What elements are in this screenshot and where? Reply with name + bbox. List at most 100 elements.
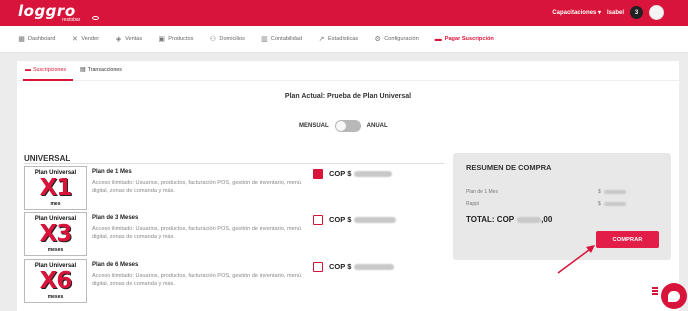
- plan-price: COP $: [329, 169, 393, 178]
- summary-line-plan: Plan de 1 Mes: [466, 189, 498, 195]
- summary-value-plan: $: [598, 189, 626, 195]
- tab-bar: ▬ Suscripciones ▤ Transacciones: [25, 66, 122, 74]
- building-icon: ▥: [261, 36, 268, 43]
- nav-estadisticas[interactable]: ↗ Estadísticas: [318, 36, 359, 43]
- plan-option: Plan Universal X6 meses Plan de 6 Meses …: [24, 259, 444, 303]
- toggle-label-annual: ANUAL: [366, 123, 388, 129]
- nav-label: Estadísticas: [328, 36, 359, 42]
- toggle-label-monthly: MENSUAL: [299, 123, 329, 129]
- plan-image-unit: meses: [47, 247, 64, 253]
- plan-description: Acceso ilimitado: Usuarios, productos, f…: [92, 273, 301, 287]
- nav-label: Dashboard: [28, 36, 56, 42]
- plan-checkbox[interactable]: [313, 215, 323, 225]
- plan-option: Plan Universal X1 mes Plan de 1 Mes Acce…: [24, 166, 444, 210]
- nav-pagar-suscripcion[interactable]: ▬ Pagar Suscripción: [435, 36, 494, 43]
- user-area: Capacitaciones ▾ Isabel 3: [552, 5, 664, 20]
- tag-icon: ◈: [115, 36, 122, 43]
- nav-vender[interactable]: ✕ Vender: [71, 36, 99, 43]
- chat-button[interactable]: [661, 283, 687, 309]
- currency-symbol: $: [598, 201, 601, 207]
- nav-label: Productos: [168, 36, 194, 42]
- plan-image-unit: meses: [47, 294, 64, 300]
- tab-transacciones[interactable]: ▤ Transacciones: [79, 66, 122, 74]
- price-currency: COP $: [329, 169, 352, 178]
- total-suffix: ,00: [541, 215, 553, 224]
- toggle-knob: [335, 121, 346, 131]
- plan-description: Acceso ilimitado: Usuarios, productos, f…: [92, 180, 301, 194]
- billing-period-toggle[interactable]: [334, 120, 361, 132]
- plan-checkbox[interactable]: [313, 169, 323, 179]
- bike-icon: ⚇: [209, 36, 217, 43]
- company-menu[interactable]: Capacitaciones ▾: [552, 9, 601, 16]
- plan-image-unit: mes: [50, 201, 61, 207]
- nav-dashboard[interactable]: ▦ Dashboard: [18, 36, 55, 43]
- buy-button[interactable]: COMPRAR: [596, 231, 659, 248]
- chat-side-tab[interactable]: [652, 287, 658, 295]
- pointer-arrow-icon: [557, 245, 595, 274]
- eye-icon[interactable]: [92, 16, 99, 20]
- notification-badge[interactable]: 3: [630, 6, 643, 19]
- tab-divider: [17, 80, 679, 81]
- price-currency: COP $: [329, 262, 352, 271]
- plan-image: Plan Universal X3 meses: [24, 212, 87, 256]
- avatar[interactable]: [649, 5, 664, 20]
- plan-description: Acceso ilimitado: Usuarios, productos, f…: [92, 226, 301, 240]
- nav-label: Pagar Suscripción: [444, 36, 494, 42]
- card-icon: ▬: [434, 35, 442, 43]
- nav-label: Domicilios: [219, 36, 245, 42]
- logo[interactable]: loggro restobar: [18, 2, 80, 23]
- nav-ventas[interactable]: ◈ Ventas: [115, 36, 142, 43]
- nav-label: Ventas: [125, 36, 143, 42]
- blurred-amount: [603, 190, 626, 194]
- plan-name: Plan de 6 Meses: [92, 262, 139, 268]
- summary-value-rappi: $: [598, 201, 626, 207]
- main-nav: ▦ Dashboard ✕ Vender ◈ Ventas ▣ Producto…: [0, 26, 688, 53]
- total-label: TOTAL: COP: [466, 215, 515, 224]
- receipt-icon: ▤: [79, 67, 86, 73]
- chat-icon: [668, 290, 680, 302]
- price-currency: COP $: [329, 215, 352, 224]
- logo-subtitle: restobar: [62, 17, 81, 23]
- top-bar: loggro restobar Capacitaciones ▾ Isabel …: [0, 0, 688, 26]
- box-icon: ▣: [158, 36, 166, 43]
- plan-option: Plan Universal X3 meses Plan de 3 Meses …: [24, 212, 444, 256]
- grid-icon: ▦: [18, 36, 25, 43]
- tab-label: Suscripciones: [33, 66, 66, 73]
- blurred-price: [354, 216, 397, 223]
- plan-category-title: UNIVERSAL: [24, 154, 71, 163]
- nav-productos[interactable]: ▣ Productos: [158, 36, 193, 43]
- tab-suscripciones[interactable]: ▬ Suscripciones: [25, 66, 66, 73]
- nav-domicilios[interactable]: ⚇ Domicilios: [209, 36, 245, 43]
- plan-name: Plan de 1 Mes: [92, 169, 132, 175]
- blurred-price: [354, 170, 393, 177]
- nav-configuracion[interactable]: ⚙ Configuración: [374, 36, 419, 43]
- plan-image: Plan Universal X1 mes: [24, 166, 87, 210]
- plan-image-multiplier: X3: [39, 221, 73, 247]
- nav-contabilidad[interactable]: ▥ Contabilidad: [261, 36, 302, 43]
- plan-price: COP $: [329, 215, 397, 224]
- blurred-amount: [603, 202, 626, 206]
- plan-name: Plan de 3 Meses: [92, 215, 139, 221]
- nav-label: Configuración: [384, 36, 419, 42]
- plan-image-multiplier: X1: [39, 175, 73, 201]
- summary-title: RESUMEN DE COMPRA: [466, 163, 552, 172]
- plan-price: COP $: [329, 262, 395, 271]
- blurred-total: [517, 216, 542, 223]
- cutlery-icon: ✕: [71, 36, 78, 43]
- trend-icon: ↗: [318, 36, 325, 43]
- currency-symbol: $: [598, 189, 601, 195]
- current-plan-title: Plan Actual: Prueba de Plan Universal: [284, 93, 412, 100]
- summary-total: TOTAL: COP ,00: [466, 215, 552, 224]
- billing-period-toggle-row: MENSUAL ANUAL: [299, 120, 388, 132]
- card-icon: ▬: [25, 66, 31, 73]
- plan-image-multiplier: X6: [39, 268, 73, 294]
- gear-icon: ⚙: [374, 36, 381, 43]
- plan-image: Plan Universal X6 meses: [24, 259, 87, 303]
- category-divider: [24, 163, 444, 164]
- user-name[interactable]: Isabel: [607, 10, 624, 16]
- active-tab-indicator: [23, 79, 73, 81]
- tab-label: Transacciones: [87, 66, 122, 73]
- blurred-price: [354, 263, 395, 270]
- plan-checkbox[interactable]: [313, 262, 323, 272]
- summary-line-rappi: Rappi: [466, 201, 480, 207]
